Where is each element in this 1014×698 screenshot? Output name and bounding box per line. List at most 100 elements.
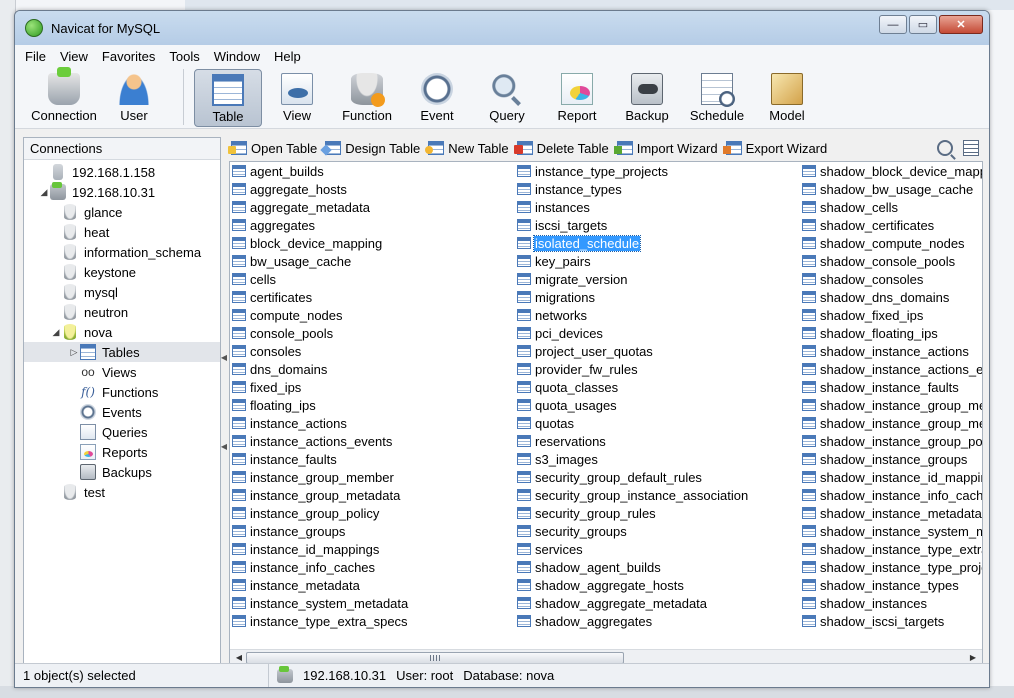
table-item[interactable]: instance_types bbox=[517, 180, 800, 198]
table-item[interactable]: security_group_default_rules bbox=[517, 468, 800, 486]
grid-view-icon[interactable] bbox=[963, 140, 979, 156]
event-button[interactable]: Event bbox=[402, 69, 472, 127]
table-item[interactable]: compute_nodes bbox=[232, 306, 515, 324]
table-item[interactable]: shadow_agent_builds bbox=[517, 558, 800, 576]
table-item[interactable]: instance_id_mappings bbox=[232, 540, 515, 558]
tree-item-queries[interactable]: Queries bbox=[24, 422, 220, 442]
table-item[interactable]: aggregate_hosts bbox=[232, 180, 515, 198]
table-item[interactable]: migrations bbox=[517, 288, 800, 306]
user-button[interactable]: User bbox=[99, 69, 169, 127]
table-item[interactable]: shadow_iscsi_targets bbox=[802, 612, 982, 630]
table-item[interactable]: shadow_fixed_ips bbox=[802, 306, 982, 324]
minimize-button[interactable]: — bbox=[879, 15, 907, 34]
table-item[interactable]: shadow_aggregate_hosts bbox=[517, 576, 800, 594]
menu-help[interactable]: Help bbox=[274, 49, 301, 64]
delete-table-button[interactable]: Delete Table bbox=[513, 141, 613, 156]
table-item[interactable]: quotas bbox=[517, 414, 800, 432]
query-button[interactable]: Query bbox=[472, 69, 542, 127]
tree-item-events[interactable]: Events bbox=[24, 402, 220, 422]
table-item[interactable]: migrate_version bbox=[517, 270, 800, 288]
table-item[interactable]: shadow_dns_domains bbox=[802, 288, 982, 306]
table-item[interactable]: security_groups bbox=[517, 522, 800, 540]
table-item[interactable]: instance_type_extra_specs bbox=[232, 612, 515, 630]
table-item[interactable]: shadow_console_pools bbox=[802, 252, 982, 270]
collapse-arrow-icon[interactable]: ◢ bbox=[38, 187, 50, 198]
expand-arrow-icon[interactable]: ▷ bbox=[68, 347, 80, 358]
table-item[interactable]: shadow_instance_types bbox=[802, 576, 982, 594]
tree-item-nova[interactable]: ◢ nova bbox=[24, 322, 220, 342]
table-item[interactable]: shadow_instance_group_pol bbox=[802, 432, 982, 450]
table-item[interactable]: shadow_instance_system_me bbox=[802, 522, 982, 540]
search-icon[interactable] bbox=[937, 140, 953, 156]
table-item[interactable]: fixed_ips bbox=[232, 378, 515, 396]
table-item[interactable]: instance_system_metadata bbox=[232, 594, 515, 612]
tree-item-tables[interactable]: ▷ Tables bbox=[24, 342, 220, 362]
tree-item-glance[interactable]: glance bbox=[24, 202, 220, 222]
table-item[interactable]: shadow_instance_group_me bbox=[802, 414, 982, 432]
pane-splitter[interactable]: ◀ ◀ bbox=[221, 137, 227, 667]
table-item[interactable]: block_device_mapping bbox=[232, 234, 515, 252]
tree-item-reports[interactable]: Reports bbox=[24, 442, 220, 462]
table-item[interactable]: networks bbox=[517, 306, 800, 324]
table-item[interactable]: shadow_block_device_mapp bbox=[802, 162, 982, 180]
tree-item-backups[interactable]: Backups bbox=[24, 462, 220, 482]
table-item[interactable]: project_user_quotas bbox=[517, 342, 800, 360]
menu-file[interactable]: File bbox=[25, 49, 46, 64]
table-item[interactable]: floating_ips bbox=[232, 396, 515, 414]
tree-item-keystone[interactable]: keystone bbox=[24, 262, 220, 282]
table-item[interactable]: instance_actions bbox=[232, 414, 515, 432]
table-item[interactable]: quota_classes bbox=[517, 378, 800, 396]
table-item[interactable]: shadow_certificates bbox=[802, 216, 982, 234]
menu-favorites[interactable]: Favorites bbox=[102, 49, 155, 64]
connection-button[interactable]: Connection bbox=[29, 67, 99, 127]
maximize-button[interactable]: ▭ bbox=[909, 15, 937, 34]
title-bar[interactable]: Navicat for MySQL — ▭ ✕ bbox=[15, 11, 989, 45]
table-item[interactable]: console_pools bbox=[232, 324, 515, 342]
table-item[interactable]: iscsi_targets bbox=[517, 216, 800, 234]
table-item[interactable]: cells bbox=[232, 270, 515, 288]
table-item[interactable]: shadow_consoles bbox=[802, 270, 982, 288]
table-item[interactable]: pci_devices bbox=[517, 324, 800, 342]
table-item[interactable]: shadow_instance_actions bbox=[802, 342, 982, 360]
tree-item-information-schema[interactable]: information_schema bbox=[24, 242, 220, 262]
table-item[interactable]: instance_actions_events bbox=[232, 432, 515, 450]
backup-button[interactable]: Backup bbox=[612, 69, 682, 127]
table-item[interactable]: aggregate_metadata bbox=[232, 198, 515, 216]
table-item[interactable]: security_group_instance_association bbox=[517, 486, 800, 504]
table-item[interactable]: shadow_instance_id_mappin bbox=[802, 468, 982, 486]
table-item[interactable]: dns_domains bbox=[232, 360, 515, 378]
import-wizard-button[interactable]: Import Wizard bbox=[613, 141, 722, 156]
table-item[interactable]: security_group_rules bbox=[517, 504, 800, 522]
table-item[interactable]: instance_groups bbox=[232, 522, 515, 540]
design-table-button[interactable]: Design Table bbox=[325, 141, 424, 156]
tree-item-functions[interactable]: f() Functions bbox=[24, 382, 220, 402]
menu-window[interactable]: Window bbox=[214, 49, 260, 64]
schedule-button[interactable]: Schedule bbox=[682, 69, 752, 127]
table-item[interactable]: isolated_schedule bbox=[517, 234, 800, 252]
table-item[interactable]: provider_fw_rules bbox=[517, 360, 800, 378]
tree-item-192-168-1-158[interactable]: 192.168.1.158 bbox=[24, 162, 220, 182]
table-button[interactable]: Table bbox=[194, 69, 262, 127]
table-item[interactable]: shadow_instance_actions_ev bbox=[802, 360, 982, 378]
table-item[interactable]: agent_builds bbox=[232, 162, 515, 180]
table-item[interactable]: instances bbox=[517, 198, 800, 216]
table-item[interactable]: instance_group_policy bbox=[232, 504, 515, 522]
table-item[interactable]: shadow_aggregates bbox=[517, 612, 800, 630]
table-item[interactable]: instance_group_member bbox=[232, 468, 515, 486]
tree-item-heat[interactable]: heat bbox=[24, 222, 220, 242]
table-item[interactable]: shadow_instance_faults bbox=[802, 378, 982, 396]
tree-item-mysql[interactable]: mysql bbox=[24, 282, 220, 302]
table-item[interactable]: shadow_instance_metadata bbox=[802, 504, 982, 522]
table-item[interactable]: certificates bbox=[232, 288, 515, 306]
report-button[interactable]: Report bbox=[542, 69, 612, 127]
table-item[interactable]: shadow_bw_usage_cache bbox=[802, 180, 982, 198]
table-item[interactable]: s3_images bbox=[517, 450, 800, 468]
table-item[interactable]: shadow_compute_nodes bbox=[802, 234, 982, 252]
menu-tools[interactable]: Tools bbox=[169, 49, 199, 64]
table-item[interactable]: instance_faults bbox=[232, 450, 515, 468]
table-item[interactable]: reservations bbox=[517, 432, 800, 450]
open-table-button[interactable]: Open Table bbox=[228, 141, 321, 156]
tree-item-views[interactable]: oo Views bbox=[24, 362, 220, 382]
table-item[interactable]: aggregates bbox=[232, 216, 515, 234]
model-button[interactable]: Model bbox=[752, 69, 822, 127]
